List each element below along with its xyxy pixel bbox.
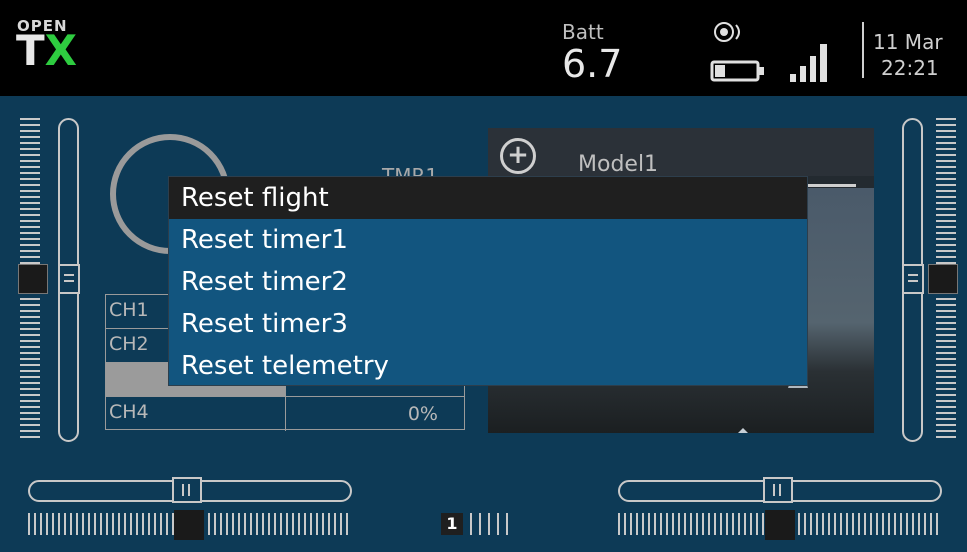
- date-label: 11 Mar: [873, 30, 943, 54]
- left-vertical-knob-marker: [18, 264, 48, 294]
- channel-value: 0%: [407, 403, 438, 425]
- right-vertical-knob-marker: [928, 264, 958, 294]
- left-horizontal-knob-marker: [174, 510, 204, 540]
- menu-item-reset-timer1[interactable]: Reset timer1: [169, 219, 807, 261]
- channel-row: CH4 0%: [106, 397, 464, 431]
- menu-item-label: Reset timer3: [181, 309, 348, 339]
- right-horizontal-knob-marker: [765, 510, 795, 540]
- time-label: 22:21: [881, 56, 939, 80]
- menu-item-reset-telemetry[interactable]: Reset telemetry: [169, 345, 807, 387]
- model-plus-icon: +: [500, 138, 536, 174]
- top-bar: OPEN TX Batt 6.7 11 Mar 22:21: [0, 0, 967, 96]
- signal-bars-icon: [790, 44, 827, 82]
- channel-divider: [285, 397, 286, 431]
- reset-popup-menu: Reset flight Reset timer1 Reset timer2 R…: [168, 176, 808, 386]
- menu-item-reset-flight[interactable]: Reset flight: [169, 177, 807, 219]
- menu-item-reset-timer2[interactable]: Reset timer2: [169, 261, 807, 303]
- flight-mode-ticks: [470, 513, 510, 535]
- logo-x: X: [44, 26, 78, 75]
- battery-label: Batt: [562, 20, 604, 44]
- right-vertical-trim-handle[interactable]: [902, 264, 924, 294]
- channel-name: CH2: [109, 333, 149, 355]
- battery-icon: [710, 60, 764, 82]
- menu-item-label: Reset timer2: [181, 267, 348, 297]
- left-vertical-trim-handle[interactable]: [58, 264, 80, 294]
- logo-t: T: [16, 26, 45, 75]
- channel-name: CH4: [109, 401, 149, 423]
- menu-item-label: Reset telemetry: [181, 351, 389, 381]
- battery-voltage: 6.7: [562, 42, 623, 86]
- channel-name: CH1: [109, 299, 149, 321]
- model-name: Model1: [578, 152, 659, 177]
- menu-item-label: Reset timer1: [181, 225, 348, 255]
- flight-mode-badge: 1: [441, 513, 463, 535]
- speaker-icon: [714, 22, 740, 42]
- left-horizontal-trim-handle[interactable]: [172, 477, 202, 503]
- right-horizontal-trim-handle[interactable]: [763, 477, 793, 503]
- airplane-image: [703, 428, 783, 433]
- model-header: [488, 128, 874, 176]
- logo-tx: TX: [16, 30, 77, 72]
- header-separator: [862, 22, 864, 78]
- menu-item-reset-timer3[interactable]: Reset timer3: [169, 303, 807, 345]
- menu-item-label: Reset flight: [181, 183, 329, 213]
